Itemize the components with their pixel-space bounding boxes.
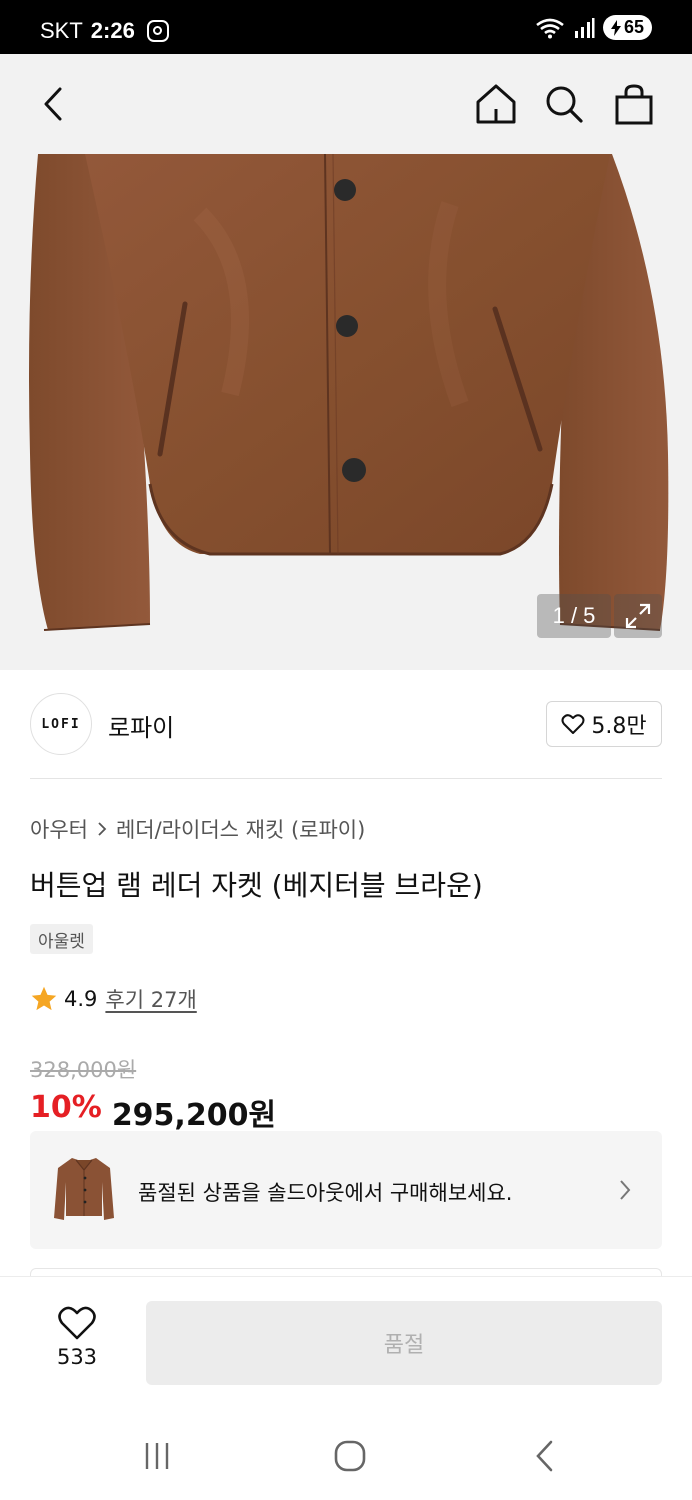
sale-price: 295,200원 [111, 1098, 277, 1133]
brand-like-count: 5.8만 [591, 714, 647, 739]
cart-button[interactable] [611, 81, 657, 127]
star-icon [31, 986, 57, 1011]
breadcrumb: 아우터 레더/라이더스 재킷 (로파이) [30, 814, 365, 844]
recent-apps-icon [145, 1443, 169, 1469]
system-navigation-bar [0, 1412, 692, 1500]
search-button[interactable] [541, 81, 587, 127]
brand-row: LOFI 로파이 5.8만 [30, 692, 662, 756]
outlet-badge: 아울렛 [30, 924, 93, 954]
chevron-right-icon [620, 1180, 631, 1200]
home-circle-icon [334, 1440, 366, 1472]
expand-icon [625, 603, 651, 629]
brand-name[interactable]: 로파이 [108, 708, 174, 743]
carrier-label: SKT [40, 18, 83, 43]
soldout-banner-text: 품절된 상품을 솔드아웃에서 구매해보세요. [138, 1181, 513, 1205]
chevron-right-icon [98, 822, 107, 836]
chevron-left-icon [44, 87, 62, 121]
back-button[interactable] [30, 81, 76, 127]
wishlist-button[interactable]: 533 [38, 1305, 116, 1385]
divider [30, 778, 662, 779]
home-icon [476, 84, 516, 124]
product-title: 버튼업 램 레더 자켓 (베지터블 브라운) [30, 869, 483, 902]
soldout-purchase-button[interactable]: 품절 [146, 1301, 662, 1385]
breadcrumb-subcategory[interactable]: 레더/라이더스 재킷 (로파이) [116, 814, 365, 844]
clock: 2:26 [90, 18, 135, 43]
image-counter: 1 / 5 [537, 594, 611, 638]
rating-row: 4.9 후기 27개 [30, 984, 197, 1014]
heart-icon [58, 1306, 96, 1340]
wifi-icon [536, 18, 564, 38]
status-bar: SKT 2:26 65 [0, 0, 692, 54]
battery-level: 65 [623, 17, 644, 37]
jacket-thumbnail [52, 1152, 116, 1228]
home-system-button[interactable] [330, 1438, 370, 1474]
product-image-carousel[interactable] [0, 154, 692, 670]
original-price: 328,000원 [30, 1058, 137, 1082]
expand-image-button[interactable] [614, 594, 662, 638]
leather-jacket-image [29, 154, 669, 631]
discount-rate: 10% [30, 1090, 102, 1125]
bottom-action-bar: 533 품절 [0, 1276, 692, 1412]
review-link[interactable]: 후기 27개 [105, 984, 196, 1014]
back-system-button[interactable] [525, 1438, 565, 1474]
rating-value: 4.9 [64, 987, 98, 1011]
brand-like-button[interactable]: 5.8만 [546, 701, 662, 747]
battery-indicator: 65 [602, 15, 652, 40]
recent-apps-button[interactable] [137, 1438, 177, 1474]
heart-icon [561, 714, 585, 734]
price-row: 10% 295,200원 [30, 1090, 276, 1134]
charging-icon [610, 19, 621, 36]
shopping-bag-icon [615, 84, 653, 125]
instagram-notification-icon [146, 20, 169, 42]
search-icon [546, 86, 583, 123]
signal-icon [574, 17, 595, 38]
breadcrumb-category[interactable]: 아우터 [30, 814, 88, 844]
wishlist-count: 533 [56, 1345, 98, 1369]
back-arrow-icon [536, 1440, 553, 1472]
top-navigation [0, 54, 692, 154]
home-button[interactable] [473, 81, 519, 127]
brand-logo[interactable]: LOFI [30, 693, 92, 755]
soldout-banner[interactable]: 품절된 상품을 솔드아웃에서 구매해보세요. [30, 1131, 662, 1249]
